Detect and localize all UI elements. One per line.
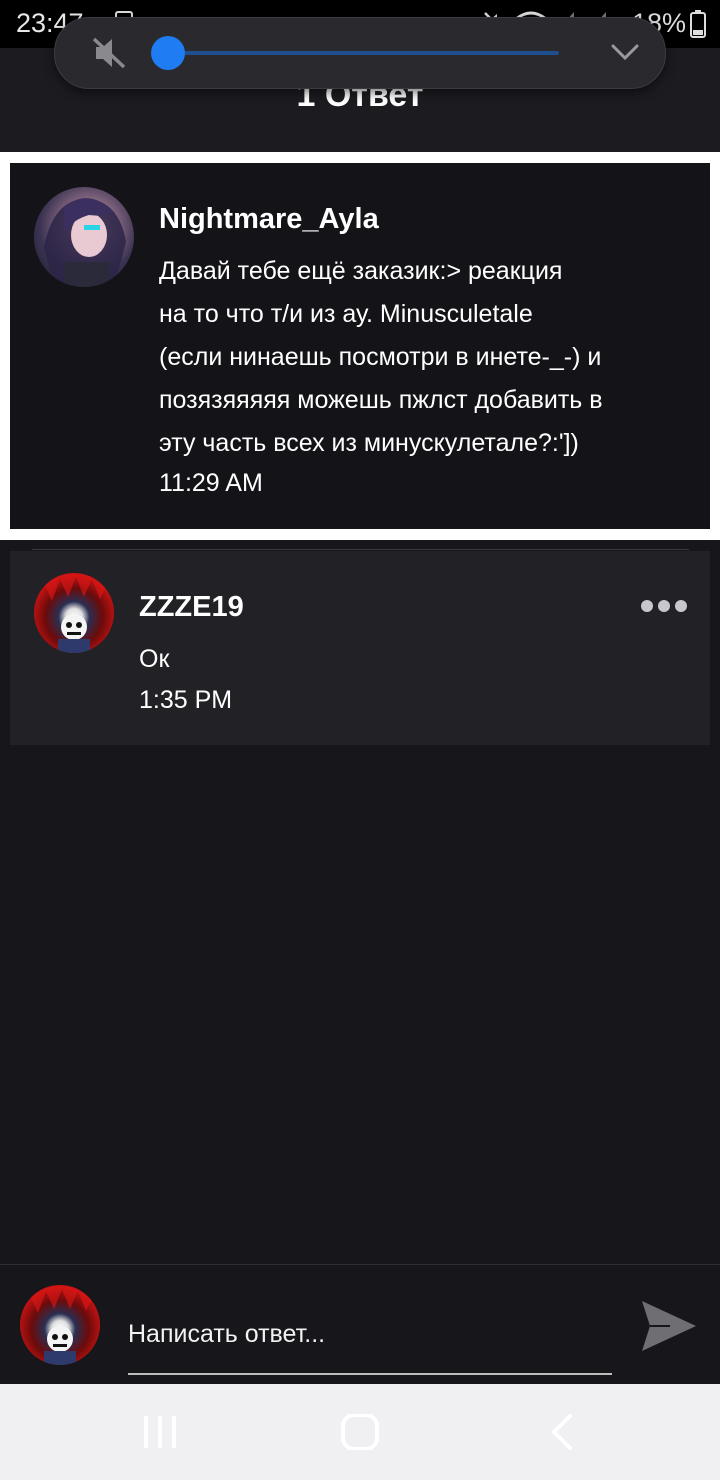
back-icon[interactable] xyxy=(548,1414,578,1455)
reply-body: Ок xyxy=(139,645,170,673)
comment-author[interactable]: Nightmare_Ayla xyxy=(159,203,379,236)
comment-body: Давай тебе ещё заказик:> реакция на то ч… xyxy=(159,257,603,457)
send-icon[interactable] xyxy=(640,1299,698,1358)
avatar[interactable] xyxy=(34,573,114,653)
reply-author[interactable]: ZZZE19 xyxy=(139,591,244,624)
more-dots-icon[interactable] xyxy=(640,599,688,618)
mute-icon[interactable] xyxy=(91,36,129,75)
avatar xyxy=(20,1285,100,1365)
reply-timestamp: 1:35 PM xyxy=(139,686,233,714)
volume-slider-track[interactable] xyxy=(169,51,559,55)
volume-slider-thumb[interactable] xyxy=(151,36,185,70)
battery-icon xyxy=(690,10,706,43)
reply-card: ZZZE19 Ок 1:35 PM xyxy=(10,551,710,745)
system-nav-bar xyxy=(0,1384,720,1480)
comment-timestamp: 11:29 AM xyxy=(159,469,263,497)
recent-apps-icon[interactable] xyxy=(140,1414,180,1455)
chevron-down-icon[interactable] xyxy=(609,40,641,69)
parent-comment: Nightmare_Ayla Давай тебе ещё заказик:> … xyxy=(10,163,710,529)
volume-panel xyxy=(54,17,666,89)
reply-input[interactable] xyxy=(128,1305,612,1375)
divider xyxy=(32,549,689,550)
home-icon[interactable] xyxy=(340,1413,380,1455)
avatar[interactable] xyxy=(34,187,134,287)
reply-composer xyxy=(0,1264,720,1385)
